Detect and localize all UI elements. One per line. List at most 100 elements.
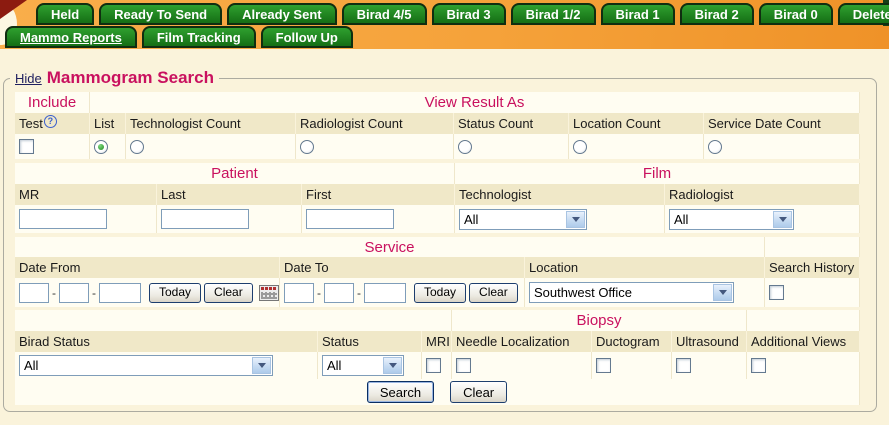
status-count-radio[interactable] xyxy=(458,140,472,154)
status-count-label: Status Count xyxy=(454,113,569,134)
tab-held[interactable]: Held xyxy=(36,3,94,25)
date-from-month-input[interactable] xyxy=(19,283,49,303)
tab-birad-2[interactable]: Birad 2 xyxy=(680,3,754,25)
radiologist-count-label: Radiologist Count xyxy=(296,113,454,134)
birad-status-select-value: All xyxy=(24,357,38,374)
needle-localization-checkbox[interactable] xyxy=(456,358,471,373)
date-from-label: Date From xyxy=(15,257,280,278)
hide-link[interactable]: Hide xyxy=(15,71,42,86)
chevron-down-icon xyxy=(713,284,732,301)
chevron-down-icon xyxy=(252,357,271,374)
biopsy-header-spacer xyxy=(747,310,860,331)
tab-birad-1-2[interactable]: Birad 1/2 xyxy=(511,3,596,25)
date-to-clear-button[interactable]: Clear xyxy=(469,283,518,303)
birad-status-label: Birad Status xyxy=(15,331,318,352)
include-header: Include xyxy=(15,92,90,113)
location-label: Location xyxy=(525,257,765,278)
ultrasound-label: Ultrasound xyxy=(672,331,747,352)
search-history-checkbox[interactable] xyxy=(769,285,784,300)
section-service: Service Date From Date To Location Searc… xyxy=(15,237,860,307)
panel-legend: Hide Mammogram Search xyxy=(10,68,219,88)
location-count-radio[interactable] xyxy=(573,140,587,154)
needle-localization-label: Needle Localization xyxy=(452,331,592,352)
last-input[interactable] xyxy=(161,209,249,229)
service-date-count-radio[interactable] xyxy=(708,140,722,154)
tab-birad-1[interactable]: Birad 1 xyxy=(601,3,675,25)
tab-birad-4-5[interactable]: Birad 4/5 xyxy=(342,3,427,25)
mri-label: MRI xyxy=(422,331,452,352)
search-form-table: Include View Result As Test? List Techno… xyxy=(15,92,860,405)
mr-input[interactable] xyxy=(19,209,107,229)
tab-mammo-reports[interactable]: Mammo Reports xyxy=(5,26,137,48)
tab-ready-to-send[interactable]: Ready To Send xyxy=(99,3,222,25)
tab-birad-0[interactable]: Birad 0 xyxy=(759,3,833,25)
film-header: Film xyxy=(455,163,860,184)
technologist-select[interactable]: All xyxy=(459,209,587,230)
chevron-down-icon xyxy=(566,211,585,228)
secondary-tab-bar: Mammo Reports Film Tracking Follow Up xyxy=(5,26,353,48)
chevron-down-icon xyxy=(773,211,792,228)
primary-tab-bar: Held Ready To Send Already Sent Birad 4/… xyxy=(36,3,889,25)
calendar-icon[interactable] xyxy=(259,285,279,301)
mri-checkbox[interactable] xyxy=(426,358,441,373)
date-to-year-input[interactable] xyxy=(364,283,406,303)
view-result-as-header: View Result As xyxy=(90,92,860,113)
status-select[interactable]: All xyxy=(322,355,404,376)
ultrasound-checkbox[interactable] xyxy=(676,358,691,373)
clear-button[interactable]: Clear xyxy=(450,381,507,403)
form-actions: Search Clear xyxy=(15,379,860,405)
radiologist-select[interactable]: All xyxy=(669,209,794,230)
birad-status-select[interactable]: All xyxy=(19,355,273,376)
test-checkbox[interactable] xyxy=(19,139,34,154)
radiologist-count-radio[interactable] xyxy=(300,140,314,154)
search-button[interactable]: Search xyxy=(367,381,434,403)
help-icon[interactable]: ? xyxy=(44,115,57,128)
date-to-label: Date To xyxy=(280,257,525,278)
date-to-day-input[interactable] xyxy=(324,283,354,303)
date-from-today-button[interactable]: Today xyxy=(149,283,201,303)
ductogram-checkbox[interactable] xyxy=(596,358,611,373)
location-count-label: Location Count xyxy=(569,113,704,134)
list-column-label: List xyxy=(90,113,126,134)
service-header-spacer xyxy=(765,237,860,257)
first-input[interactable] xyxy=(306,209,394,229)
tab-birad-3[interactable]: Birad 3 xyxy=(432,3,506,25)
test-column-label: Test? xyxy=(15,113,90,134)
service-date-count-label: Service Date Count xyxy=(704,113,860,134)
date-separator: - xyxy=(357,286,361,300)
date-from-day-input[interactable] xyxy=(59,283,89,303)
tab-follow-up[interactable]: Follow Up xyxy=(261,26,353,48)
service-header: Service xyxy=(15,237,765,257)
first-label: First xyxy=(302,184,455,205)
location-select-value: Southwest Office xyxy=(534,284,632,301)
date-to-today-button[interactable]: Today xyxy=(414,283,466,303)
date-separator: - xyxy=(52,286,56,300)
page-title: Mammogram Search xyxy=(47,68,214,87)
tab-deleted[interactable]: Deleted xyxy=(838,3,889,25)
status-select-value: All xyxy=(327,357,341,374)
biopsy-header: Biopsy xyxy=(452,310,747,331)
biopsy-header-spacer xyxy=(15,310,452,331)
technologist-select-value: All xyxy=(464,211,478,228)
tab-already-sent[interactable]: Already Sent xyxy=(227,3,336,25)
test-label: Test xyxy=(19,116,43,131)
date-separator: - xyxy=(317,286,321,300)
radiologist-select-value: All xyxy=(674,211,688,228)
technologist-count-label: Technologist Count xyxy=(126,113,296,134)
radiologist-label: Radiologist xyxy=(665,184,860,205)
date-from-clear-button[interactable]: Clear xyxy=(204,283,253,303)
technologist-label: Technologist xyxy=(455,184,665,205)
location-select[interactable]: Southwest Office xyxy=(529,282,734,303)
technologist-count-radio[interactable] xyxy=(130,140,144,154)
section-biopsy: Biopsy Birad Status Status MRI Needle Lo… xyxy=(15,310,860,405)
additional-views-checkbox[interactable] xyxy=(751,358,766,373)
tab-film-tracking[interactable]: Film Tracking xyxy=(142,26,256,48)
date-to-month-input[interactable] xyxy=(284,283,314,303)
ductogram-label: Ductogram xyxy=(592,331,672,352)
patient-header: Patient xyxy=(15,163,455,184)
list-radio[interactable] xyxy=(94,140,108,154)
section-view-result-as: Include View Result As Test? List Techno… xyxy=(15,92,860,159)
date-from-year-input[interactable] xyxy=(99,283,141,303)
chevron-down-icon xyxy=(383,357,402,374)
last-label: Last xyxy=(157,184,302,205)
